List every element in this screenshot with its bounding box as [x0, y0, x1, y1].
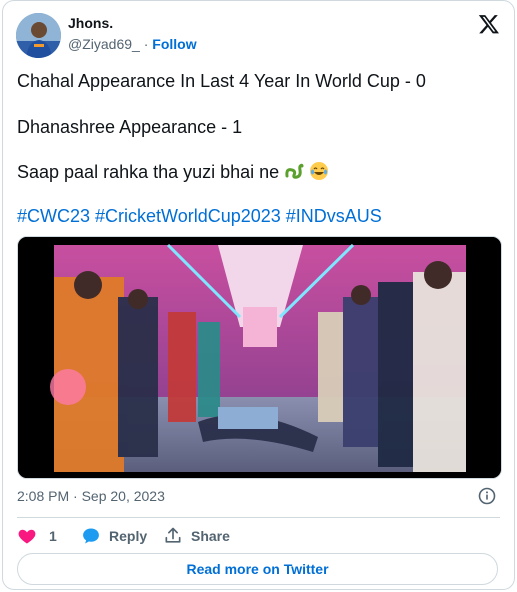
author-handle[interactable]: @Ziyad69_ [68, 36, 140, 52]
heart-icon [18, 529, 36, 544]
reply-button[interactable]: Reply [81, 525, 147, 547]
tweet-line-2: Dhanashree Appearance - 1 [17, 117, 243, 137]
laughing-emoji-icon [310, 162, 329, 180]
tweet-line-3: Saap paal rahka tha yuzi bhai ne [17, 162, 280, 182]
tweet-header: Jhons. @Ziyad69_ · Follow [16, 13, 502, 59]
read-more-label: Read more on Twitter [186, 561, 329, 577]
separator: · [143, 36, 149, 52]
share-button[interactable]: Share [163, 525, 230, 547]
tweet-line-3-row: Saap paal rahka tha yuzi bhai ne [17, 161, 329, 183]
video-thumbnail[interactable] [17, 236, 502, 479]
read-more-button[interactable]: Read more on Twitter [17, 553, 498, 585]
timestamp[interactable]: 2:08 PM · Sep 20, 2023 [17, 488, 165, 504]
info-icon[interactable] [478, 487, 496, 505]
share-icon [165, 527, 181, 543]
like-count: 1 [49, 528, 57, 544]
tweet-hashtags[interactable]: #CWC23 #CricketWorldCup2023 #INDvsAUS [17, 206, 382, 227]
share-label: Share [191, 528, 230, 544]
author-handle-row: @Ziyad69_ · Follow [68, 36, 197, 52]
reply-bubble-icon [83, 528, 99, 544]
follow-button[interactable]: Follow [152, 36, 196, 52]
reply-label: Reply [109, 528, 148, 544]
tweet-line-1: Chahal Appearance In Last 4 Year In Worl… [17, 71, 426, 91]
snake-emoji-icon [285, 163, 304, 179]
divider [17, 517, 500, 518]
like-button[interactable]: 1 [17, 525, 57, 547]
x-logo-icon[interactable] [478, 13, 500, 35]
avatar[interactable] [16, 13, 61, 58]
author-name[interactable]: Jhons. [68, 15, 113, 31]
tweet-card: Jhons. @Ziyad69_ · Follow Chahal Appeara… [2, 0, 515, 590]
